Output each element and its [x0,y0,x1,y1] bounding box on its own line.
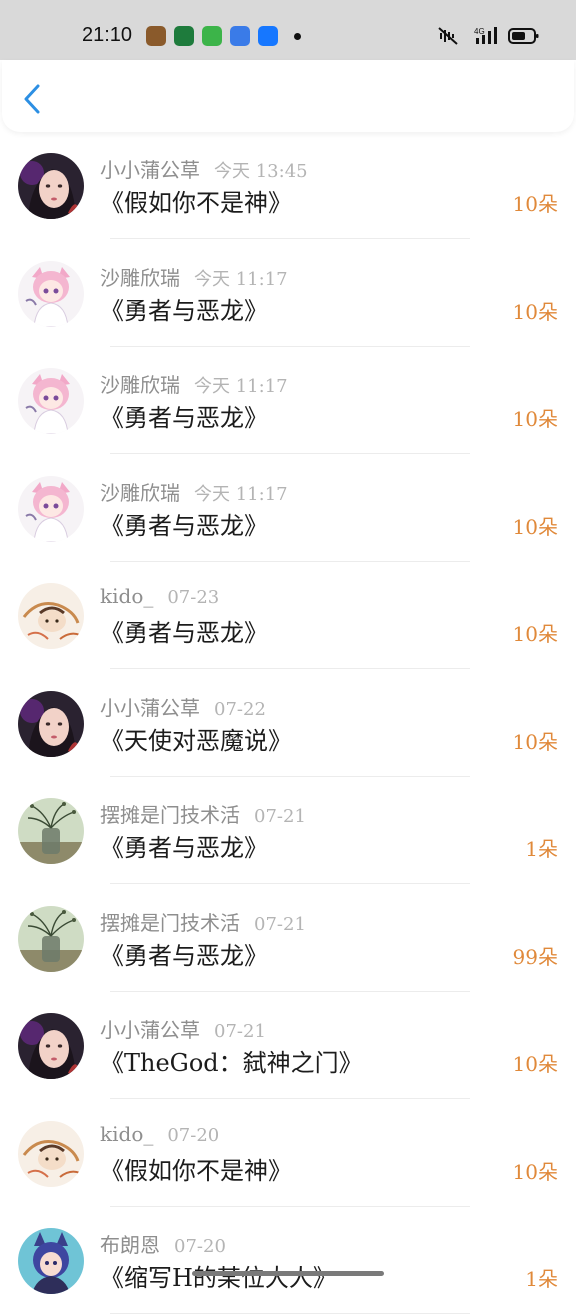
flower-count: 10朵 [512,299,558,324]
chevron-left-icon[interactable] [18,82,48,116]
user-name[interactable]: 沙雕欣瑞 [100,373,180,397]
game-app-icon [146,26,166,46]
oppo-app-icon [174,26,194,46]
avatar[interactable] [18,1228,84,1294]
avatar[interactable] [18,153,84,219]
list-item[interactable]: 沙雕欣瑞 今天 11:17 《勇者与恶龙》 10朵 [0,240,576,347]
work-title[interactable]: 《假如你不是神》 [100,183,292,218]
list-item[interactable]: 布朗恩 07-20 《缩写H的某位大人》 1朵 [0,1207,576,1314]
timestamp: 今天 11:17 [194,483,288,505]
avatar[interactable] [18,260,84,327]
item-meta: 沙雕欣瑞 今天 11:17 [100,262,288,291]
item-meta: 沙雕欣瑞 今天 11:17 [100,477,288,506]
status-bar: 21:10 4G [0,0,576,60]
list-item[interactable]: 小小蒲公草 今天 13:45 《假如你不是神》 10朵 [0,132,576,239]
user-name[interactable]: 沙雕欣瑞 [100,481,180,505]
user-name[interactable]: kido_ [100,1122,153,1146]
avatar[interactable] [18,1120,84,1187]
item-meta: kido_ 07-23 [100,584,219,608]
status-time: 21:10 [82,24,133,46]
flower-count: 10朵 [512,407,558,431]
flower-count: 10朵 [512,1052,558,1076]
avatar[interactable] [18,368,84,434]
avatar[interactable] [18,905,84,972]
flower-count: 99朵 [512,944,558,969]
timestamp: 07-20 [167,1124,220,1146]
timestamp: 07-21 [254,913,306,935]
work-title[interactable]: 《勇者与恶龙》 [100,613,268,648]
flower-count: 10朵 [512,622,558,646]
timestamp: 07-20 [174,1236,226,1257]
work-title[interactable]: 《TheGod：弑神之门》 [100,1043,363,1078]
list-item[interactable]: 摆摊是门技术活 07-21 《勇者与恶龙》 1朵 [0,777,576,884]
list-item[interactable]: 小小蒲公草 07-21 《TheGod：弑神之门》 10朵 [0,992,576,1099]
flower-count: 1朵 [525,837,558,861]
avatar[interactable] [18,798,84,864]
list-item[interactable]: 沙雕欣瑞 今天 11:17 《勇者与恶龙》 10朵 [0,455,576,562]
item-meta: 沙雕欣瑞 今天 11:17 [100,369,288,398]
avatar[interactable] [18,583,84,649]
user-name[interactable]: 布朗恩 [100,1233,160,1257]
flower-count: 10朵 [512,1159,558,1184]
list-item[interactable]: kido_ 07-20 《假如你不是神》 10朵 [0,1100,576,1207]
user-name[interactable]: 摆摊是门技术活 [100,803,240,827]
network-type-label: 4G [474,27,485,36]
user-name[interactable]: 沙雕欣瑞 [100,266,180,290]
avatar[interactable] [18,690,84,757]
user-name[interactable]: 小小蒲公草 [100,158,200,182]
flower-count: 10朵 [512,729,558,754]
timestamp: 07-22 [214,698,266,720]
user-name[interactable]: kido_ [100,584,153,608]
work-title[interactable]: 《勇者与恶龙》 [100,506,268,541]
timestamp: 07-23 [167,587,220,608]
timestamp: 07-21 [214,1021,266,1042]
work-title[interactable]: 《勇者与恶龙》 [100,398,268,433]
list-item[interactable]: 摆摊是门技术活 07-21 《勇者与恶龙》 99朵 [0,885,576,992]
item-meta: kido_ 07-20 [100,1122,219,1146]
top-header [2,60,574,132]
item-meta: 摆摊是门技术活 07-21 [100,799,306,828]
user-name[interactable]: 摆摊是门技术活 [100,911,240,935]
item-meta: 摆摊是门技术活 07-21 [100,907,306,936]
home-indicator[interactable] [192,1271,384,1276]
item-meta: 布朗恩 07-20 [100,1229,226,1258]
flower-count: 10朵 [512,192,558,216]
list-item[interactable]: kido_ 07-23 《勇者与恶龙》 10朵 [0,562,576,669]
alipay-app-icon [258,26,278,46]
list-item[interactable]: 沙雕欣瑞 今天 11:17 《勇者与恶龙》 10朵 [0,347,576,454]
flower-count: 1朵 [525,1267,558,1291]
work-title[interactable]: 《勇者与恶龙》 [100,828,268,863]
work-title[interactable]: 《假如你不是神》 [100,1151,292,1186]
user-name[interactable]: 小小蒲公草 [100,696,200,720]
battery-icon [508,28,539,44]
timestamp: 今天 11:17 [194,376,288,397]
avatar[interactable] [18,1013,84,1079]
more-notifications-icon [294,33,301,40]
item-meta: 小小蒲公草 07-21 [100,1014,266,1043]
user-name[interactable]: 小小蒲公草 [100,1018,200,1042]
flower-count: 10朵 [512,514,558,539]
green-app-icon [202,26,222,46]
item-meta: 小小蒲公草 07-22 [100,692,266,721]
timestamp: 今天 11:17 [194,268,288,290]
work-title[interactable]: 《天使对恶魔说》 [100,721,292,756]
avatar[interactable] [18,475,84,542]
list-item[interactable]: 小小蒲公草 07-22 《天使对恶魔说》 10朵 [0,670,576,777]
mute-icon [438,27,458,45]
signal-icon: 4G [474,27,497,44]
item-meta: 小小蒲公草 今天 13:45 [100,154,308,183]
work-title[interactable]: 《勇者与恶龙》 [100,291,268,326]
timestamp: 今天 13:45 [214,161,308,182]
work-title[interactable]: 《勇者与恶龙》 [100,936,268,971]
timestamp: 07-21 [254,806,306,827]
cloud-app-icon [230,26,250,46]
